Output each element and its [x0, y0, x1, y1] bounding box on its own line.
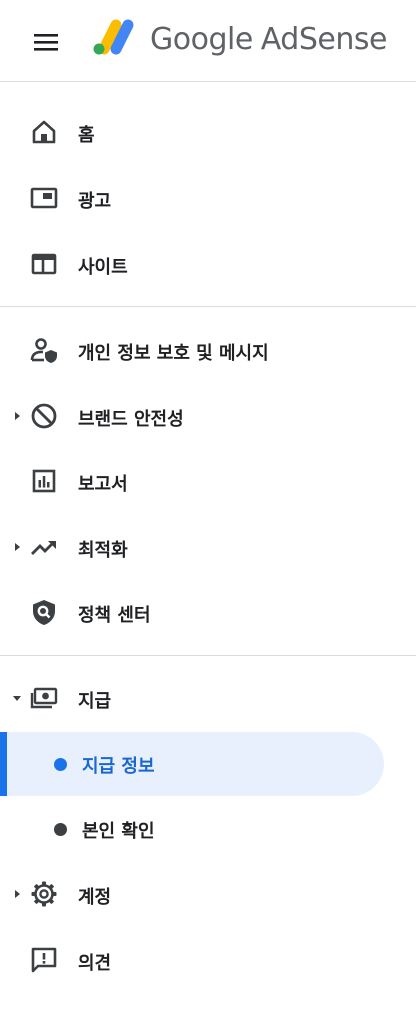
caret-right-icon[interactable] [12, 541, 22, 553]
nav-subitem-label: 본인 확인 [82, 821, 155, 842]
nav-item-home[interactable]: 홈 [0, 104, 416, 160]
nav-item-privacy-messaging[interactable]: 개인 정보 보호 및 메시지 [0, 322, 416, 378]
nav-item-label: 브랜드 안전성 [78, 409, 184, 430]
nav-item-label: 지급 [78, 691, 112, 712]
nav-item-label: 광고 [78, 191, 112, 212]
nav-item-label: 사이트 [78, 257, 128, 278]
divider [0, 655, 416, 656]
nav-item-label: 홈 [78, 125, 95, 146]
nav-subitem-label: 지급 정보 [82, 756, 155, 777]
nav-item-optimization[interactable]: 최적화 [0, 519, 416, 575]
caret-down-icon[interactable] [12, 692, 22, 704]
ads-icon [30, 187, 58, 209]
adsense-logo-icon [93, 19, 134, 55]
privacy-messaging-icon [30, 338, 57, 363]
policy-shield-icon [33, 600, 55, 625]
divider [0, 306, 416, 307]
nav-item-brand-safety[interactable]: 브랜드 안전성 [0, 388, 416, 444]
nav-subitem-payment-info[interactable]: 지급 정보 [0, 732, 416, 796]
app-header: Google AdSense [0, 0, 416, 82]
nav-item-payments[interactable]: 지급 [0, 670, 416, 726]
gear-icon [31, 881, 57, 907]
sites-icon [31, 253, 57, 275]
nav-item-label: 의견 [78, 953, 112, 974]
nav-item-feedback[interactable]: 의견 [0, 932, 416, 988]
nav-item-label: 최적화 [78, 540, 128, 561]
caret-right-icon[interactable] [12, 888, 22, 900]
trending-up-icon [31, 541, 56, 555]
bullet-icon [54, 758, 67, 771]
home-icon [32, 120, 56, 144]
nav-item-label: 정책 센터 [78, 605, 151, 626]
nav-item-label: 개인 정보 보호 및 메시지 [78, 343, 269, 364]
nav-item-label: 보고서 [78, 474, 128, 495]
nav-item-ads[interactable]: 광고 [0, 170, 416, 226]
nav-item-account[interactable]: 계정 [0, 866, 416, 922]
caret-right-icon[interactable] [12, 410, 22, 422]
feedback-icon [31, 947, 57, 973]
app-title: Google AdSense [150, 22, 387, 57]
brand-google: Google [150, 22, 253, 57]
active-indicator [0, 732, 7, 796]
payments-icon [30, 687, 58, 709]
bullet-icon [54, 823, 67, 836]
nav-item-policy-center[interactable]: 정책 센터 [0, 584, 416, 640]
nav-item-label: 계정 [78, 887, 112, 908]
hamburger-menu-icon [34, 34, 58, 51]
bar-chart-icon [32, 469, 56, 493]
brand-product: AdSense [260, 22, 388, 57]
nav-item-sites[interactable]: 사이트 [0, 236, 416, 292]
main-menu-button[interactable] [22, 22, 70, 62]
block-icon [31, 403, 57, 429]
nav-item-reports[interactable]: 보고서 [0, 453, 416, 509]
nav-subitem-identity-verification[interactable]: 본인 확인 [0, 797, 416, 861]
